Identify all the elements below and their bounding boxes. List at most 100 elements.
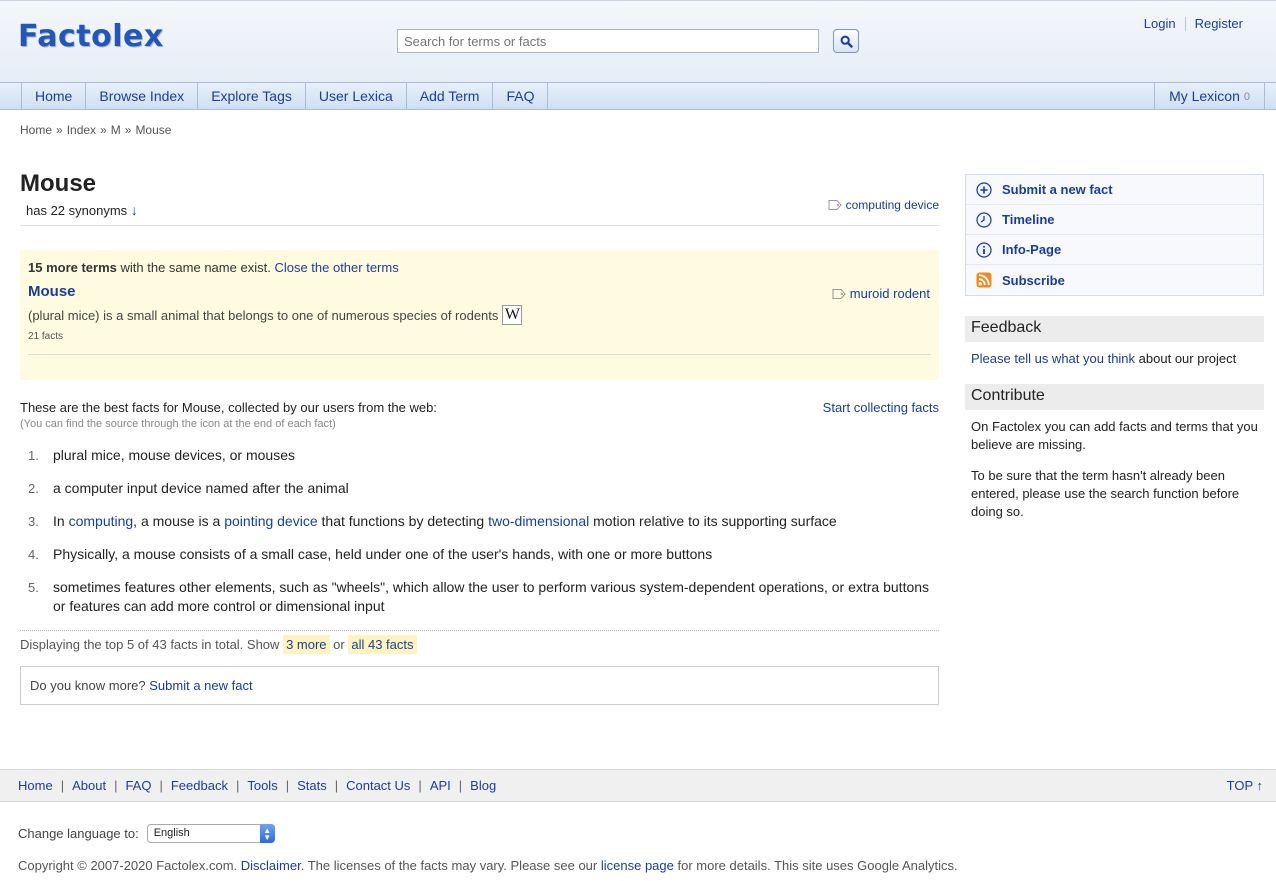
- contribute-paragraph: On Factolex you can add facts and terms …: [971, 419, 1258, 452]
- other-term-facts-count: 21 facts: [28, 331, 64, 342]
- footer-feedback[interactable]: Feedback: [171, 778, 228, 793]
- tag-icon: [828, 200, 842, 210]
- fact-item: 5. sometimes features other elements, su…: [20, 578, 939, 616]
- fact-text: In computing, a mouse is a pointing devi…: [53, 513, 837, 529]
- fact-text: a computer input device named after the …: [53, 480, 349, 496]
- search-input[interactable]: [397, 29, 819, 53]
- title-divider: [20, 225, 939, 226]
- tag-icon: [832, 288, 846, 299]
- close-other-terms-link[interactable]: Close the other terms: [274, 260, 398, 275]
- facts-intro-hint: (You can find the source through the ico…: [20, 418, 336, 430]
- language-label: Change language to:: [18, 826, 139, 841]
- register-link[interactable]: Register: [1186, 16, 1252, 31]
- fact-number: 4.: [28, 547, 39, 562]
- fact-item: 2. a computer input device named after t…: [20, 479, 939, 498]
- sidebar-subscribe[interactable]: Subscribe: [966, 265, 1263, 295]
- fact-number: 1.: [28, 448, 39, 463]
- auth-links: Login Register: [1135, 16, 1252, 31]
- term-tag-label: computing device: [845, 198, 939, 212]
- show-all-facts-link[interactable]: all 43 facts: [348, 635, 417, 654]
- start-collecting-link[interactable]: Start collecting facts: [823, 400, 939, 415]
- synonyms-link[interactable]: has 22 synonyms ↓: [26, 202, 939, 218]
- footer-faq[interactable]: FAQ: [125, 778, 151, 793]
- other-terms-notice-text: with the same name exist.: [120, 260, 271, 275]
- sidebar-actions: Submit a new fact Timeline Info-Page Sub…: [965, 174, 1264, 296]
- footer-stats[interactable]: Stats: [297, 778, 327, 793]
- breadcrumb-current: Mouse: [135, 123, 172, 137]
- footer-api[interactable]: API: [430, 778, 451, 793]
- wikipedia-icon[interactable]: W: [502, 305, 523, 325]
- nav-faq[interactable]: FAQ: [493, 83, 549, 109]
- feedback-link[interactable]: Please tell us what you think: [971, 351, 1135, 366]
- feedback-heading: Feedback: [965, 316, 1264, 342]
- other-term-description: (plural mice) is a small animal that bel…: [28, 305, 931, 325]
- my-lexicon-count: 0: [1243, 91, 1250, 103]
- main-nav: Home Browse Index Explore Tags User Lexi…: [0, 82, 1276, 110]
- language-select[interactable]: English ▲ ▼: [146, 824, 275, 843]
- nav-my-lexicon[interactable]: My Lexicon 0: [1154, 83, 1265, 109]
- fact-number: 2.: [28, 481, 39, 496]
- feedback-text: Please tell us what you think about our …: [971, 351, 1237, 366]
- facts-pagination: Displaying the top 5 of 43 facts in tota…: [20, 630, 939, 654]
- fact-item: 1. plural mice, mouse devices, or mouses: [20, 446, 939, 465]
- footer-tools[interactable]: Tools: [247, 778, 277, 793]
- fact-number: 3.: [28, 514, 39, 529]
- contribute-text: On Factolex you can add facts and terms …: [965, 410, 1264, 521]
- back-to-top-link[interactable]: TOP ↑: [1227, 778, 1263, 793]
- select-arrows-icon: ▲ ▼: [259, 824, 275, 843]
- submit-fact-link[interactable]: Submit a new fact: [149, 678, 252, 693]
- page-title: Mouse: [20, 170, 97, 197]
- nav-home[interactable]: Home: [21, 83, 87, 109]
- search-icon: [840, 35, 853, 48]
- term-tag[interactable]: computing device: [828, 198, 939, 212]
- license-page-link[interactable]: license page: [601, 858, 674, 873]
- breadcrumb-letter[interactable]: M: [111, 123, 121, 137]
- login-link[interactable]: Login: [1135, 16, 1185, 31]
- fact-link-pointing-device[interactable]: pointing device: [224, 513, 317, 529]
- contribute-paragraph: To be sure that the term hasn't already …: [971, 468, 1240, 519]
- site-logo[interactable]: Factolex: [18, 19, 164, 54]
- know-more-box: Do you know more? Submit a new fact: [20, 666, 939, 705]
- nav-user-lexica[interactable]: User Lexica: [306, 83, 407, 109]
- other-term-tag[interactable]: muroid rodent: [832, 286, 930, 301]
- nav-explore-tags[interactable]: Explore Tags: [198, 83, 306, 109]
- plus-circle-icon: [975, 181, 993, 199]
- my-lexicon-label: My Lexicon: [1169, 88, 1240, 104]
- arrow-down-icon: ↓: [130, 202, 138, 218]
- fact-text: Physically, a mouse consists of a small …: [53, 546, 713, 562]
- sidebar-timeline[interactable]: Timeline: [966, 205, 1263, 235]
- facts-intro: These are the best facts for Mouse, coll…: [20, 400, 939, 430]
- sidebar-info-page[interactable]: Info-Page: [966, 235, 1263, 265]
- show-more-facts-link[interactable]: 3 more: [283, 635, 330, 654]
- nav-add-term[interactable]: Add Term: [407, 83, 494, 109]
- contribute-heading: Contribute: [965, 384, 1264, 410]
- other-term-title[interactable]: Mouse: [28, 283, 931, 300]
- footer-links: Home | About | FAQ | Feedback | Tools | Stats…: [18, 778, 497, 793]
- breadcrumb-home[interactable]: Home: [20, 123, 52, 137]
- footer-contact[interactable]: Contact Us: [346, 778, 410, 793]
- facts-count-text: Displaying the top 5 of 43 facts in tota…: [20, 637, 280, 652]
- clock-icon: [975, 211, 993, 229]
- footer-blog[interactable]: Blog: [470, 778, 496, 793]
- fact-text: plural mice, mouse devices, or mouses: [53, 447, 295, 463]
- rss-icon: [975, 271, 993, 289]
- sidebar-submit-fact[interactable]: Submit a new fact: [966, 175, 1263, 205]
- search-button[interactable]: [833, 29, 859, 53]
- know-more-text: Do you know more?: [30, 678, 146, 693]
- fact-item: 3. In computing, a mouse is a pointing d…: [20, 512, 939, 531]
- copyright: Copyright © 2007-2020 Factolex.com. Disc…: [18, 858, 958, 873]
- footer-about[interactable]: About: [72, 778, 106, 793]
- language-selector: Change language to: English ▲ ▼: [18, 824, 275, 843]
- other-terms-count: 15 more terms: [28, 260, 117, 275]
- footer-home[interactable]: Home: [18, 778, 53, 793]
- facts-intro-text: These are the best facts for Mouse, coll…: [20, 400, 437, 415]
- facts-list: 1. plural mice, mouse devices, or mouses…: [20, 446, 939, 616]
- other-terms-box: 15 more terms with the same name exist. …: [20, 250, 939, 380]
- fact-item: 4. Physically, a mouse consists of a sma…: [20, 545, 939, 564]
- fact-link-computing[interactable]: computing: [69, 513, 134, 529]
- disclaimer-link[interactable]: Disclaimer: [241, 858, 301, 873]
- info-icon: [975, 241, 993, 259]
- nav-browse-index[interactable]: Browse Index: [86, 83, 199, 109]
- fact-link-two-dimensional[interactable]: two-dimensional: [488, 513, 589, 529]
- breadcrumb-index[interactable]: Index: [67, 123, 96, 137]
